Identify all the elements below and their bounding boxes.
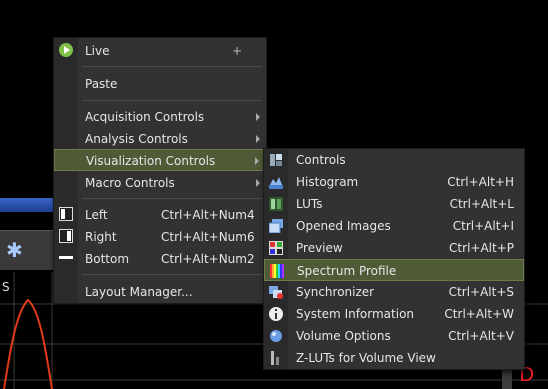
submenu-item-histogram[interactable]: Histogram Ctrl+Alt+H — [264, 171, 524, 193]
menu-item-label: Live — [85, 44, 110, 58]
menu-item-macro-controls[interactable]: Macro Controls — [54, 172, 266, 194]
dock-bottom-icon — [59, 251, 73, 265]
submenu-item-shortcut: Ctrl+Alt+L — [449, 197, 514, 211]
menu-item-visualization-controls[interactable]: Visualization Controls — [54, 149, 266, 171]
dock-left-icon — [59, 207, 73, 221]
luts-icon — [269, 197, 283, 211]
menu-item-label: Acquisition Controls — [85, 110, 205, 124]
menu-item-label: Analysis Controls — [85, 132, 188, 146]
submenu-item-preview[interactable]: Preview Ctrl+Alt+P — [264, 237, 524, 259]
menu-item-shortcut: Ctrl+Alt+Num2 — [161, 252, 255, 266]
menu-item-bottom[interactable]: Bottom Ctrl+Alt+Num2 — [54, 248, 266, 270]
submenu-item-shortcut: Ctrl+Alt+W — [444, 307, 514, 321]
submenu-item-label: Z-LUTs for Volume View — [296, 351, 436, 365]
submenu-item-luts[interactable]: LUTs Ctrl+Alt+L — [264, 193, 524, 215]
menu-separator — [82, 100, 262, 101]
menu-item-shortcut: Ctrl+Alt+Num6 — [161, 230, 255, 244]
submenu-item-z-luts[interactable]: Z-LUTs for Volume View — [264, 347, 524, 369]
opened-images-icon — [269, 219, 283, 233]
menu-item-layout-manager[interactable]: Layout Manager... — [54, 281, 266, 303]
menu-item-right[interactable]: Right Ctrl+Alt+Num6 — [54, 226, 266, 248]
submenu-arrow-icon — [256, 135, 260, 143]
controls-icon — [269, 153, 283, 167]
menu-separator — [82, 274, 262, 275]
visualization-submenu: Controls Histogram Ctrl+Alt+H LUTs Ctrl+… — [263, 148, 525, 370]
submenu-arrow-icon — [255, 157, 259, 165]
submenu-item-label: Synchronizer — [296, 285, 375, 299]
submenu-item-shortcut: Ctrl+Alt+V — [448, 329, 514, 343]
submenu-item-label: System Information — [296, 307, 415, 321]
submenu-item-label: Controls — [296, 153, 346, 167]
menu-separator — [82, 66, 262, 67]
menu-item-label: Visualization Controls — [86, 154, 216, 168]
submenu-item-label: Volume Options — [296, 329, 391, 343]
submenu-item-label: Spectrum Profile — [297, 264, 397, 278]
menu-item-label: Right — [85, 230, 117, 244]
gear-icon[interactable]: ✱ — [6, 240, 26, 260]
histogram-icon — [269, 175, 283, 189]
dock-right-icon — [59, 229, 73, 243]
submenu-item-label: Histogram — [296, 175, 359, 189]
background-toolbar — [0, 198, 60, 212]
expand-indicator: + — [231, 44, 242, 58]
submenu-item-controls[interactable]: Controls — [264, 149, 524, 171]
spectrum-profile-icon — [270, 264, 284, 278]
submenu-item-opened-images[interactable]: Opened Images Ctrl+Alt+I — [264, 215, 524, 237]
menu-separator — [82, 198, 262, 199]
submenu-item-shortcut: Ctrl+Alt+I — [452, 219, 514, 233]
menu-item-paste[interactable]: Paste — [54, 73, 266, 95]
submenu-item-label: Opened Images — [296, 219, 391, 233]
menu-item-label: Left — [85, 208, 108, 222]
preview-icon — [269, 241, 283, 255]
submenu-item-shortcut: Ctrl+Alt+H — [447, 175, 514, 189]
submenu-item-shortcut: Ctrl+Alt+S — [448, 285, 514, 299]
menu-item-shortcut: Ctrl+Alt+Num4 — [161, 208, 255, 222]
submenu-item-synchronizer[interactable]: Synchronizer Ctrl+Alt+S — [264, 281, 524, 303]
menu-item-label: Bottom — [85, 252, 130, 266]
submenu-item-label: Preview — [296, 241, 343, 255]
menu-item-analysis-controls[interactable]: Analysis Controls — [54, 128, 266, 150]
context-menu: Live + Paste Acquisition Controls Analys… — [53, 37, 267, 304]
menu-item-left[interactable]: Left Ctrl+Alt+Num4 — [54, 204, 266, 226]
submenu-item-volume-options[interactable]: Volume Options Ctrl+Alt+V — [264, 325, 524, 347]
menu-item-live[interactable]: Live + — [54, 40, 266, 62]
info-icon — [269, 307, 283, 321]
menu-item-label: Paste — [85, 77, 118, 91]
menu-item-label: Macro Controls — [85, 176, 175, 190]
synchronizer-icon — [269, 285, 283, 299]
menu-item-acquisition-controls[interactable]: Acquisition Controls — [54, 106, 266, 128]
z-luts-icon — [269, 351, 283, 365]
submenu-arrow-icon — [256, 113, 260, 121]
volume-options-icon — [269, 329, 283, 343]
submenu-item-spectrum-profile[interactable]: Spectrum Profile — [264, 259, 524, 281]
submenu-item-shortcut: Ctrl+Alt+P — [449, 241, 514, 255]
submenu-arrow-icon — [256, 179, 260, 187]
menu-item-label: Layout Manager... — [85, 285, 193, 299]
submenu-item-system-information[interactable]: System Information Ctrl+Alt+W — [264, 303, 524, 325]
play-icon — [59, 43, 73, 57]
submenu-item-label: LUTs — [296, 197, 323, 211]
